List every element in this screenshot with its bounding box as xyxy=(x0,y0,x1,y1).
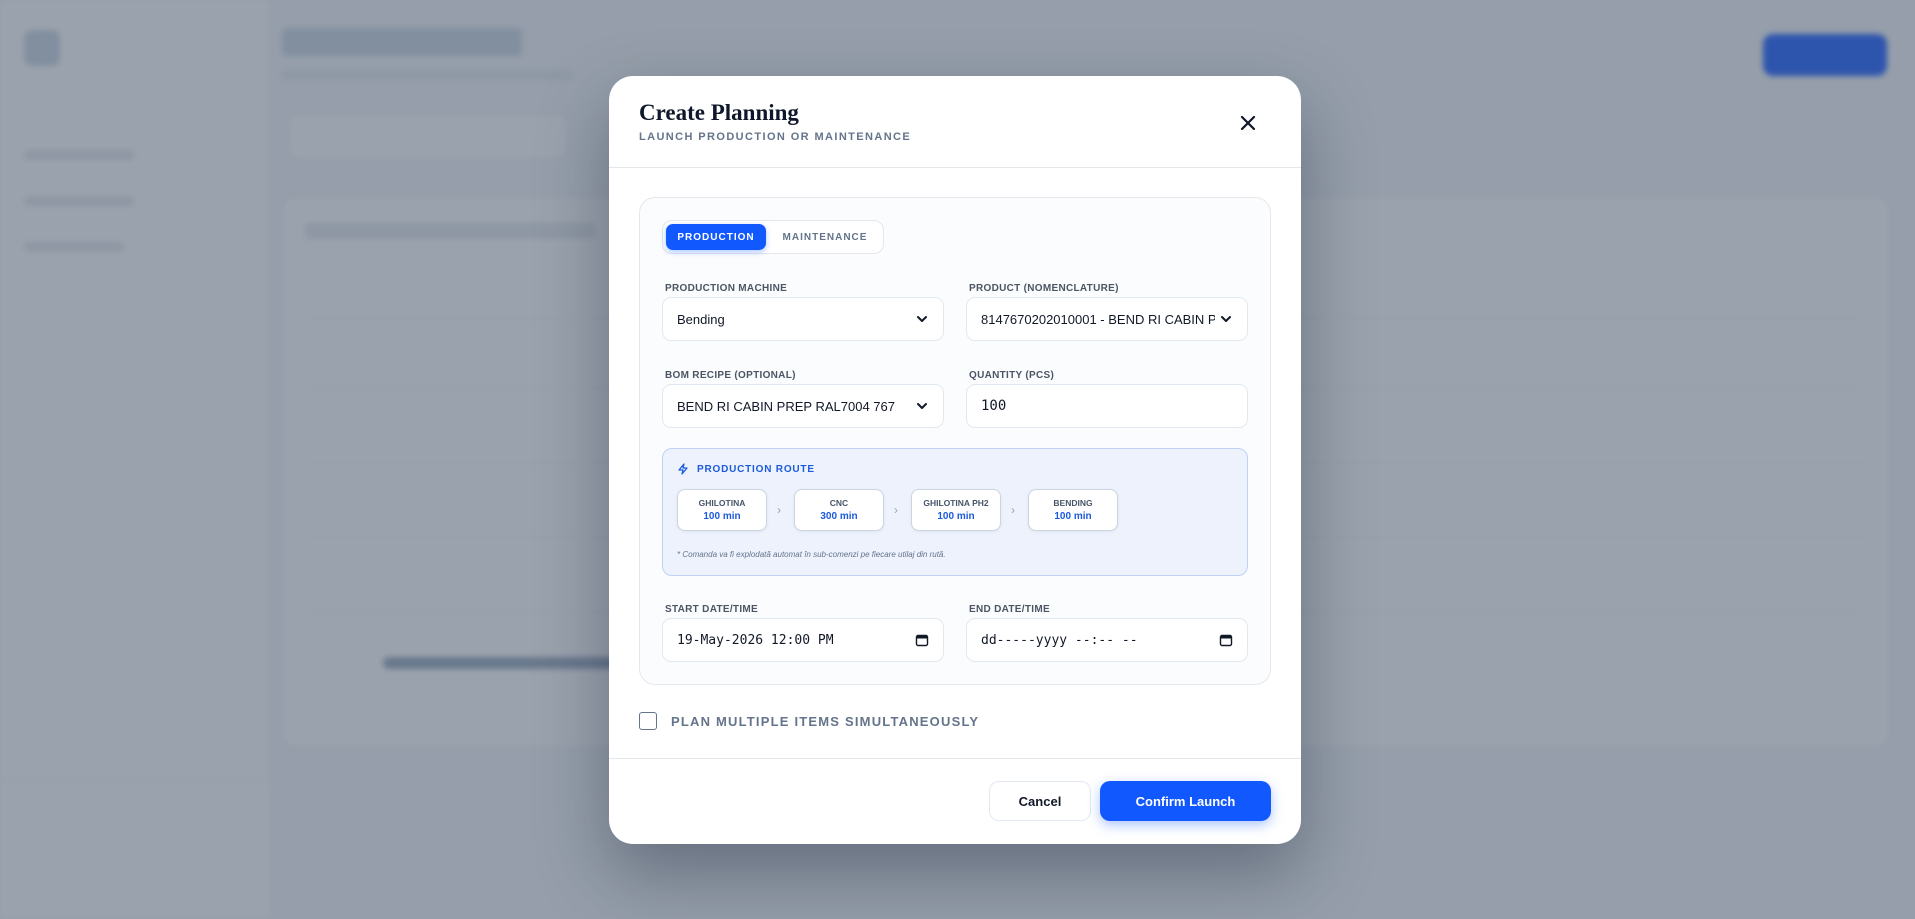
production-route: PRODUCTION ROUTE GHILOTINA 100 min › CNC… xyxy=(662,448,1248,576)
route-step-time: 100 min xyxy=(937,511,975,522)
calendar-icon[interactable] xyxy=(915,633,929,647)
chevron-right-icon: › xyxy=(894,503,898,517)
end-datetime-label: END DATE/TIME xyxy=(969,604,1050,615)
machine-value: Bending xyxy=(677,311,725,327)
route-step-time: 100 min xyxy=(703,511,741,522)
route-header: PRODUCTION ROUTE xyxy=(677,463,815,475)
quantity-value: 100 xyxy=(981,398,1007,414)
start-datetime-label: START DATE/TIME xyxy=(665,604,759,615)
close-icon xyxy=(1240,115,1256,131)
chevron-right-icon: › xyxy=(777,503,781,517)
modal-subtitle: LAUNCH PRODUCTION OR MAINTENANCE xyxy=(639,131,912,143)
cancel-button[interactable]: Cancel xyxy=(989,781,1091,821)
mode-switch: PRODUCTION MAINTENANCE xyxy=(662,220,884,254)
route-step: GHILOTINA 100 min xyxy=(677,489,767,531)
product-select[interactable]: 8147670202010001 - BEND RI CABIN PREP RA… xyxy=(966,297,1248,341)
close-button[interactable] xyxy=(1236,111,1260,135)
product-label: PRODUCT (NOMENCLATURE) xyxy=(969,283,1119,294)
route-step-name: CNC xyxy=(829,498,849,508)
modal-title: Create Planning xyxy=(639,100,799,125)
planning-form: PRODUCTION MAINTENANCE PRODUCTION MACHIN… xyxy=(639,197,1271,685)
product-value: 8147670202010001 - BEND RI CABIN PREP RA… xyxy=(981,311,1215,327)
route-step-name: BENDING xyxy=(1053,498,1093,508)
start-datetime-value: 19-May-2026 12:00 PM xyxy=(677,632,834,648)
calendar-icon[interactable] xyxy=(1219,633,1233,647)
chevron-down-icon xyxy=(917,316,927,322)
plan-multiple-label: PLAN MULTIPLE ITEMS SIMULTANEOUSLY xyxy=(671,713,980,729)
route-step-name: GHILOTINA PH2 xyxy=(923,498,989,508)
lightning-icon xyxy=(678,463,688,475)
end-datetime-input[interactable]: dd-----yyyy --:-- -- xyxy=(966,618,1248,662)
tab-production[interactable]: PRODUCTION xyxy=(666,224,766,250)
machine-select[interactable]: Bending xyxy=(662,297,944,341)
chevron-down-icon xyxy=(917,403,927,409)
bom-select[interactable]: BEND RI CABIN PREP RAL7004 767 xyxy=(662,384,944,428)
start-datetime-input[interactable]: 19-May-2026 12:00 PM xyxy=(662,618,944,662)
plan-multiple-toggle[interactable]: PLAN MULTIPLE ITEMS SIMULTANEOUSLY xyxy=(639,712,979,730)
modal-footer: Cancel Confirm Launch xyxy=(609,758,1301,844)
quantity-label: QUANTITY (PCS) xyxy=(969,370,1055,381)
chevron-right-icon: › xyxy=(1011,503,1015,517)
create-planning-modal: Create Planning LAUNCH PRODUCTION OR MAI… xyxy=(609,76,1301,844)
bom-label: BOM RECIPE (OPTIONAL) xyxy=(665,370,796,381)
bom-value: BEND RI CABIN PREP RAL7004 767 xyxy=(677,398,895,414)
end-datetime-value: dd-----yyyy --:-- -- xyxy=(981,632,1138,648)
route-note: * Comanda va fi explodată automat în sub… xyxy=(677,550,946,559)
quantity-input[interactable]: 100 xyxy=(966,384,1248,428)
route-step-name: GHILOTINA xyxy=(698,498,746,508)
route-step-time: 300 min xyxy=(820,511,858,522)
tab-maintenance[interactable]: MAINTENANCE xyxy=(771,224,879,250)
modal-header: Create Planning LAUNCH PRODUCTION OR MAI… xyxy=(609,76,1301,168)
confirm-launch-button[interactable]: Confirm Launch xyxy=(1100,781,1271,821)
route-step: GHILOTINA PH2 100 min xyxy=(911,489,1001,531)
plan-multiple-checkbox[interactable] xyxy=(639,712,657,730)
machine-label: PRODUCTION MACHINE xyxy=(665,283,788,294)
route-step: BENDING 100 min xyxy=(1028,489,1118,531)
route-title: PRODUCTION ROUTE xyxy=(697,463,815,475)
route-step: CNC 300 min xyxy=(794,489,884,531)
chevron-down-icon xyxy=(1221,316,1231,322)
route-step-time: 100 min xyxy=(1054,511,1092,522)
